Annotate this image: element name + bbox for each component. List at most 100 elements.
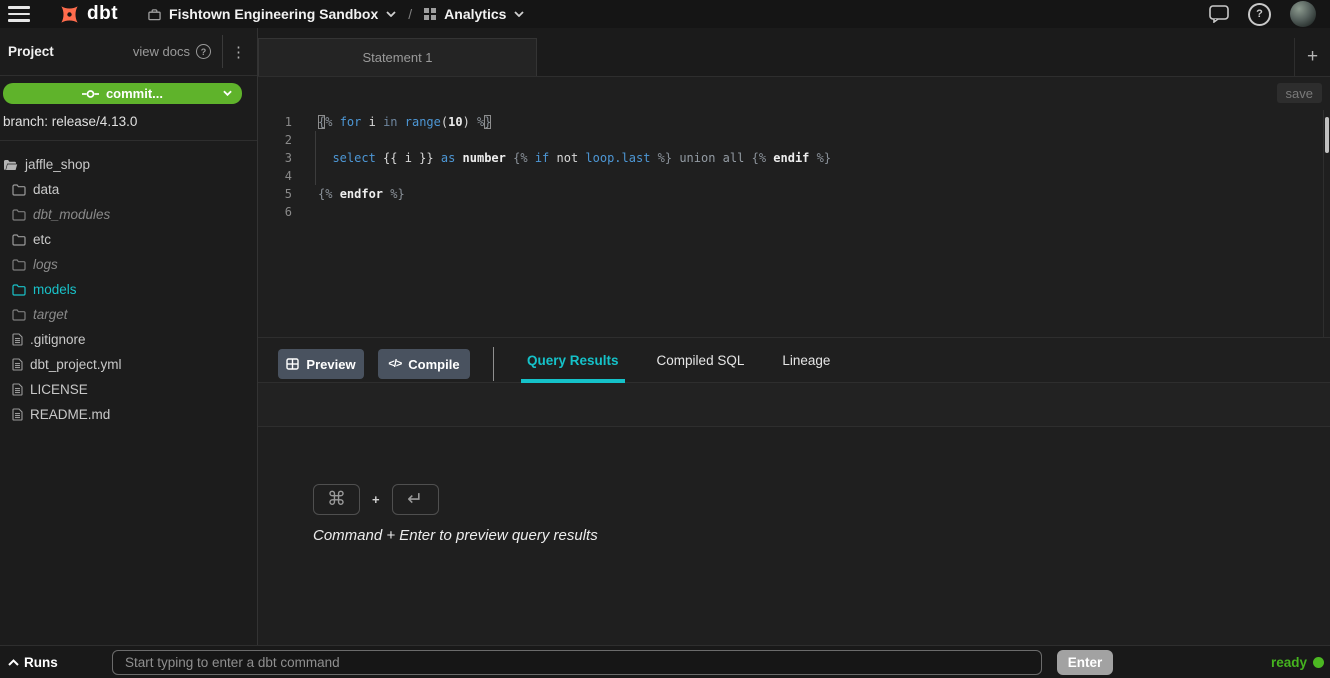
tree-item-label: models <box>33 282 77 297</box>
topbar-right: ? <box>1209 1 1316 27</box>
compile-button[interactable]: </> Compile <box>378 349 470 379</box>
tree-item-label: dbt_project.yml <box>30 357 122 372</box>
tree-item-label: logs <box>33 257 58 272</box>
new-tab-button[interactable]: + <box>1294 38 1330 76</box>
tab-query-results[interactable]: Query Results <box>521 338 625 382</box>
tab-lineage[interactable]: Lineage <box>776 338 836 382</box>
tree-item-.gitignore[interactable]: .gitignore <box>0 327 257 352</box>
folder-icon <box>12 209 26 221</box>
results-action-bar: Preview </> Compile Query Results Compile… <box>258 338 1330 383</box>
line-number: 4 <box>258 167 292 185</box>
tree-item-dbt_project.yml[interactable]: dbt_project.yml <box>0 352 257 377</box>
line-number: 5 <box>258 185 292 203</box>
editor-tab-bar: Statement 1 + <box>258 28 1330 77</box>
tree-item-data[interactable]: data <box>0 177 257 202</box>
preview-hint: Command + Enter to preview query results <box>313 527 598 544</box>
code-line-1: 1 {% for i in range(10) %} <box>258 113 1330 131</box>
tree-item-target[interactable]: target <box>0 302 257 327</box>
status-label: ready <box>1271 655 1307 670</box>
code-line-3: 3 select {{ i }} as number {% if not loo… <box>258 149 1330 167</box>
header-divider <box>222 35 223 68</box>
tree-item-dbt_modules[interactable]: dbt_modules <box>0 202 257 227</box>
save-button[interactable]: save <box>1277 83 1322 103</box>
code-text: {% endfor %} <box>318 185 405 203</box>
dbt-ide-window: dbt Fishtown Engineering Sandbox / <box>0 0 1330 678</box>
sidebar-divider <box>0 140 257 141</box>
account-switcher[interactable]: Fishtown Engineering Sandbox <box>148 6 396 22</box>
tab-label: Query Results <box>527 353 619 368</box>
line-number: 1 <box>258 113 292 131</box>
chevron-down-icon <box>223 90 232 96</box>
chevron-down-icon <box>386 11 396 17</box>
folder-icon <box>12 184 26 196</box>
code-line-2: 2 <box>258 131 1330 149</box>
file-icon <box>12 383 23 396</box>
file-icon <box>12 333 23 346</box>
account-name: Fishtown Engineering Sandbox <box>169 6 378 22</box>
hamburger-menu-icon[interactable] <box>8 6 30 22</box>
results-sub-bar <box>258 383 1330 427</box>
commit-button[interactable]: commit... <box>3 83 242 104</box>
line-number: 3 <box>258 149 292 167</box>
dbt-logo-icon <box>57 3 82 26</box>
tab-compiled-sql[interactable]: Compiled SQL <box>651 338 751 382</box>
dbt-logo: dbt <box>57 3 118 26</box>
project-switcher[interactable]: Analytics <box>424 6 524 22</box>
enter-key-icon: ↵ <box>392 484 439 515</box>
editor-toolbar: save <box>258 77 1330 110</box>
result-tabs: Query Results Compiled SQL Lineage <box>521 338 836 382</box>
tree-item-label: LICENSE <box>30 382 88 397</box>
git-commit-icon <box>82 89 99 99</box>
breadcrumb-separator: / <box>408 6 412 22</box>
indent-guide <box>315 131 316 185</box>
plus-separator: + <box>372 492 380 507</box>
tab-statement-1[interactable]: Statement 1 <box>258 38 537 76</box>
help-icon[interactable]: ? <box>1248 3 1271 26</box>
results-panel: ⌘ + ↵ Command + Enter to preview query r… <box>258 427 1330 645</box>
code-lines: 1 {% for i in range(10) %}23 select {{ i … <box>258 113 1330 221</box>
tab-label: Lineage <box>782 353 830 368</box>
tree-item-etc[interactable]: etc <box>0 227 257 252</box>
tree-item-README.md[interactable]: README.md <box>0 402 257 427</box>
chevron-up-icon <box>8 659 19 666</box>
tree-item-logs[interactable]: logs <box>0 252 257 277</box>
briefcase-icon <box>148 8 161 21</box>
file-icon <box>12 408 23 421</box>
folder-icon <box>12 259 26 271</box>
tree-item-label: dbt_modules <box>33 207 110 222</box>
sidebar: Project view docs ? ⋮ commit... branch: … <box>0 28 258 645</box>
tree-item-models[interactable]: models <box>0 277 257 302</box>
user-avatar[interactable] <box>1290 1 1316 27</box>
kebab-menu-icon[interactable]: ⋮ <box>231 43 246 61</box>
preview-button[interactable]: Preview <box>278 349 364 379</box>
editor-scrollbar-thumb[interactable] <box>1325 117 1329 153</box>
enter-button[interactable]: Enter <box>1057 650 1113 675</box>
dbt-command-input[interactable] <box>112 650 1042 675</box>
chevron-down-icon <box>514 11 524 17</box>
tree-item-label: etc <box>33 232 51 247</box>
tree-item-label: target <box>33 307 68 322</box>
runs-toggle[interactable]: Runs <box>8 646 58 678</box>
sidebar-title: Project <box>8 44 54 59</box>
tree-item-label: data <box>33 182 59 197</box>
view-docs-link[interactable]: view docs ? <box>133 44 211 59</box>
folder-icon <box>12 309 26 321</box>
file-tree: jaffle_shopdata dbt_modulesetc logs models t… <box>0 152 257 427</box>
code-line-6: 6 <box>258 203 1330 221</box>
tree-item-jaffle_shop[interactable]: jaffle_shop <box>0 152 257 177</box>
code-editor[interactable]: 1 {% for i in range(10) %}23 select {{ i … <box>258 110 1330 338</box>
grid-icon <box>424 8 436 20</box>
code-text: {% for i in range(10) %} <box>318 113 491 131</box>
code-line-5: 5 {% endfor %} <box>258 185 1330 203</box>
code-text: select {{ i }} as number {% if not loop.… <box>318 149 831 167</box>
project-name: Analytics <box>444 6 506 22</box>
dbt-logo-text: dbt <box>87 3 118 25</box>
code-line-4: 4 <box>258 167 1330 185</box>
file-icon <box>12 358 23 371</box>
status-indicator: ready <box>1271 646 1324 678</box>
chat-icon[interactable] <box>1209 5 1229 23</box>
folder-open-icon <box>3 159 18 171</box>
command-key-icon: ⌘ <box>313 484 360 515</box>
tree-item-LICENSE[interactable]: LICENSE <box>0 377 257 402</box>
commit-button-label: commit... <box>106 86 163 101</box>
